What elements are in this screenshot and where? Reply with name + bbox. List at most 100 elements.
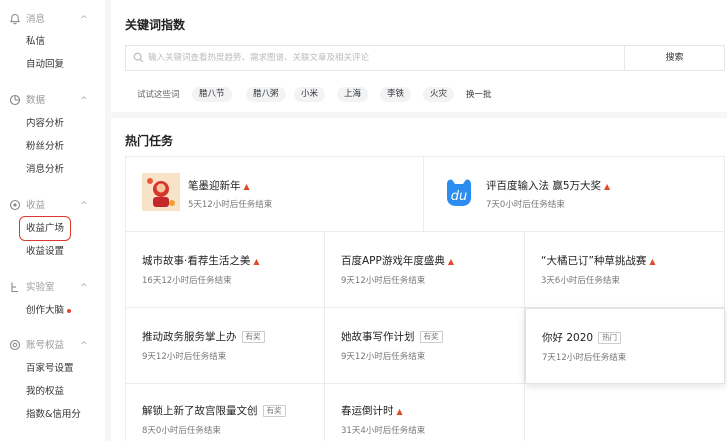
task-card-hovered[interactable]: 你好 2020 热门 7天12小时后任务结束 <box>525 308 725 384</box>
search-icon <box>133 52 145 64</box>
task-title-wrap: 笔墨迎新年 ▲ <box>188 179 250 194</box>
sidebar-item-private-message[interactable]: 私信 <box>26 35 45 49</box>
sidebar-item-my-rights[interactable]: 我的权益 <box>26 385 64 399</box>
sidebar-group-label: 收益 <box>26 200 46 211</box>
task-remaining: 3天6小时后任务结束 <box>541 276 620 286</box>
task-title: “大橘已订”种草挑战赛 <box>541 255 647 267</box>
task-title: 评百度输入法 赢5万大奖 <box>486 180 602 192</box>
sidebar-group-messages[interactable]: 消息 ^ <box>0 10 105 30</box>
task-remaining: 9天12小时后任务结束 <box>142 352 227 362</box>
task-card[interactable]: 她故事写作计划 有奖 9天12小时后任务结束 <box>325 308 525 384</box>
task-card[interactable]: 解锁上新了故宫限量文创 有奖 8天0小时后任务结束 <box>125 384 325 441</box>
chevron-up-icon[interactable]: ^ <box>80 281 88 295</box>
keyword-tag[interactable]: 上海 <box>337 87 369 102</box>
sidebar-group-label: 实验室 <box>26 282 55 293</box>
try-label: 试试这些词 <box>137 90 180 100</box>
task-title: 推动政务服务掌上办 <box>142 331 237 343</box>
reward-badge: 有奖 <box>241 331 265 343</box>
chevron-up-icon[interactable]: ^ <box>80 199 88 213</box>
sidebar-item-auto-reply[interactable]: 自动回复 <box>26 58 64 72</box>
bell-icon <box>8 13 22 27</box>
task-card[interactable]: “大橘已订”种草挑战赛 ▲ 3天6小时后任务结束 <box>525 232 725 308</box>
logo-text: du <box>451 189 468 204</box>
task-title: 城市故事·看荐生活之美 <box>142 255 251 267</box>
sidebar-group-label: 消息 <box>26 14 46 25</box>
task-title: 解锁上新了故宫限量文创 <box>142 405 258 417</box>
task-remaining: 31天4小时后任务结束 <box>341 426 426 436</box>
sidebar-item-creative-brain[interactable]: 创作大脑 <box>26 304 72 318</box>
lab-icon <box>8 281 22 295</box>
chart-icon <box>8 94 22 108</box>
keyword-tag[interactable]: 火灾 <box>423 87 455 102</box>
coin-icon <box>8 199 22 213</box>
task-remaining: 7天12小时后任务结束 <box>542 353 627 363</box>
keyword-tag[interactable]: 小米 <box>294 87 326 102</box>
page-title-keyword-index: 关键词指数 <box>125 18 186 32</box>
task-title-wrap: 春运倒计时 ▲ <box>341 404 403 419</box>
fire-icon: ▲ <box>447 257 455 266</box>
sidebar-group-account-rights[interactable]: 账号权益 ^ <box>0 336 105 356</box>
section-title-hot-tasks: 热门任务 <box>125 134 174 148</box>
sidebar-item-label: 创作大脑 <box>26 305 65 316</box>
fire-icon: ▲ <box>604 182 611 191</box>
sidebar-item-account-settings[interactable]: 百家号设置 <box>26 362 74 376</box>
sidebar-item-content-analysis[interactable]: 内容分析 <box>26 117 64 131</box>
sidebar-item-message-analysis[interactable]: 消息分析 <box>26 163 64 177</box>
task-title-wrap: 百度APP游戏年度盛典 ▲ <box>341 254 454 269</box>
swap-button[interactable]: 换一批 <box>466 89 492 101</box>
task-remaining: 7天0小时后任务结束 <box>486 200 565 210</box>
chevron-up-icon[interactable]: ^ <box>80 13 88 27</box>
keyword-tag[interactable]: 李铁 <box>380 87 412 102</box>
task-title: 春运倒计时 <box>341 405 394 417</box>
sidebar-item-income-square[interactable]: 收益广场 <box>26 222 64 236</box>
keyword-search: 输入关键词查看热度趋势、需求图谱、关联文章及相关评论 搜索 <box>125 45 725 71</box>
badge-icon <box>8 339 22 353</box>
sidebar: 消息 ^ 私信 自动回复 数据 ^ 内容分析 粉丝分析 消息分析 收益 ^ 收益… <box>0 0 105 441</box>
chevron-up-icon[interactable]: ^ <box>80 339 88 353</box>
fire-icon: ▲ <box>243 182 250 191</box>
sidebar-group-income[interactable]: 收益 ^ <box>0 196 105 216</box>
sidebar-group-data[interactable]: 数据 ^ <box>0 91 105 111</box>
task-remaining: 8天0小时后任务结束 <box>142 426 221 436</box>
task-remaining: 9天12小时后任务结束 <box>341 352 426 362</box>
search-button[interactable]: 搜索 <box>624 46 724 70</box>
task-title-wrap: 城市故事·看荐生活之美 ▲ <box>142 254 260 269</box>
task-title: 她故事写作计划 <box>341 331 415 343</box>
sidebar-item-index-credit[interactable]: 指数&信用分 <box>26 408 81 422</box>
sidebar-item-income-settings[interactable]: 收益设置 <box>26 245 64 259</box>
task-title-wrap: “大橘已订”种草挑战赛 ▲ <box>541 254 656 269</box>
search-input[interactable]: 输入关键词查看热度趋势、需求图谱、关联文章及相关评论 <box>148 52 369 65</box>
hot-badge: 热门 <box>598 332 622 344</box>
task-title: 笔墨迎新年 <box>188 180 241 192</box>
task-remaining: 5天12小时后任务结束 <box>188 200 273 210</box>
new-dot <box>67 308 72 313</box>
sidebar-group-lab[interactable]: 实验室 ^ <box>0 278 105 298</box>
task-card[interactable]: 推动政务服务掌上办 有奖 9天12小时后任务结束 <box>125 308 325 384</box>
fire-icon: ▲ <box>649 257 656 266</box>
fire-icon: ▲ <box>253 257 260 266</box>
task-title-wrap: 解锁上新了故宫限量文创 有奖 <box>142 404 286 418</box>
reward-badge: 有奖 <box>262 405 286 417</box>
task-title-wrap: 推动政务服务掌上办 有奖 <box>142 330 265 344</box>
task-remaining: 16天12小时后任务结束 <box>142 276 232 286</box>
task-title: 你好 2020 <box>542 332 594 344</box>
sidebar-item-fans-analysis[interactable]: 粉丝分析 <box>26 140 64 154</box>
task-title-wrap: 评百度输入法 赢5万大奖 ▲ <box>486 179 610 194</box>
task-title-wrap: 她故事写作计划 有奖 <box>341 330 443 344</box>
task-card[interactable]: 春运倒计时 ▲ 31天4小时后任务结束 <box>325 384 525 441</box>
sidebar-group-label: 数据 <box>26 95 46 106</box>
task-card-featured[interactable]: 笔墨迎新年 ▲ 5天12小时后任务结束 <box>125 156 424 232</box>
keyword-tag[interactable]: 腊八粥 <box>246 87 286 102</box>
fire-icon: ▲ <box>396 407 403 416</box>
reward-badge: 有奖 <box>419 331 443 343</box>
sidebar-group-label: 账号权益 <box>26 340 65 351</box>
chevron-up-icon[interactable]: ^ <box>80 94 88 108</box>
task-card[interactable]: 百度APP游戏年度盛典 ▲ 9天12小时后任务结束 <box>325 232 525 308</box>
task-thumbnail <box>142 173 180 211</box>
task-card-featured[interactable]: du 评百度输入法 赢5万大奖 ▲ 7天0小时后任务结束 <box>424 156 725 232</box>
task-remaining: 9天12小时后任务结束 <box>341 276 426 286</box>
baidu-input-logo: du <box>440 173 478 211</box>
task-card[interactable]: 城市故事·看荐生活之美 ▲ 16天12小时后任务结束 <box>125 232 325 308</box>
task-title: 百度APP游戏年度盛典 <box>341 255 445 267</box>
keyword-tag[interactable]: 腊八节 <box>192 87 232 102</box>
